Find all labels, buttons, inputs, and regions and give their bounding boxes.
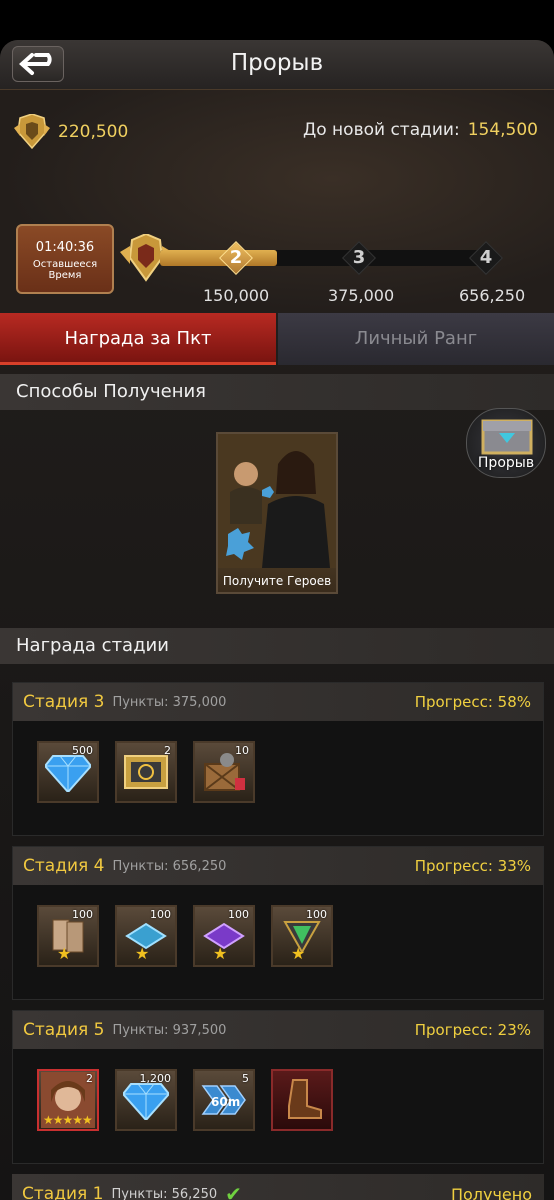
- reward-items: 2 ★★★★★ 1,200 5 60m: [13, 1049, 543, 1151]
- stage-points: Пункты: 56,250: [111, 1186, 218, 1200]
- page-title: Прорыв: [230, 50, 324, 76]
- breakthrough-chest[interactable]: Прорыв: [466, 408, 546, 478]
- boot-icon: [288, 1079, 322, 1119]
- stage-card-4: Стадия 4 Пункты: 656,250 Прогресс: 33% 1…: [12, 846, 544, 1000]
- stage-name: Стадия 4: [23, 856, 105, 876]
- next-stage-label: До новой стадии:: [302, 120, 460, 140]
- stage-node-3: 3: [342, 241, 376, 275]
- reward-item-diamond[interactable]: 500: [37, 741, 99, 803]
- reward-item-chip-blue[interactable]: 100 ★: [115, 905, 177, 967]
- supply-crate-icon: [204, 753, 245, 791]
- stars-icon: ★★★★★: [43, 1113, 93, 1127]
- current-points: 220,500: [58, 122, 129, 142]
- next-stage-info: До новой стадии: 154,500: [303, 120, 538, 140]
- stage-reward-heading: Награда стадии: [0, 628, 554, 664]
- tab-point-reward[interactable]: Награда за Пкт: [0, 313, 276, 365]
- reward-item-biohazard-crate[interactable]: 2: [115, 741, 177, 803]
- stage-card-1: Стадия 1 Пункты: 56,250 ✔ Получено: [12, 1174, 544, 1200]
- speedup-duration: 60m: [211, 1095, 241, 1109]
- reward-item-green-emblem[interactable]: 100 ★: [271, 905, 333, 967]
- stage-progress: Прогресс: 33%: [414, 857, 531, 875]
- stage-name: Стадия 5: [23, 1020, 105, 1040]
- next-stage-value: 154,500: [467, 120, 538, 140]
- stage-node-2: 2: [219, 241, 253, 275]
- reward-item-armor-plate[interactable]: 100 ★: [37, 905, 99, 967]
- timer-label: Оставшееся Время: [32, 259, 98, 281]
- stage-name: Стадия 3: [23, 692, 105, 712]
- header: Прорыв: [0, 40, 554, 90]
- timer-value: 01:40:36: [35, 240, 95, 255]
- reward-item-diamond[interactable]: 1,200: [115, 1069, 177, 1131]
- biohazard-crate-icon: [124, 755, 168, 789]
- reward-item-speedup[interactable]: 5 60m: [193, 1069, 255, 1131]
- star-icon: ★: [135, 944, 150, 963]
- stage-progress: Прогресс: 23%: [414, 1021, 531, 1039]
- stage-card-5: Стадия 5 Пункты: 937,500 Прогресс: 23% 2…: [12, 1010, 544, 1164]
- timer-box: 01:40:36 Оставшееся Время: [16, 224, 114, 294]
- reward-items: 100 ★ 100 ★ 100 ★ 100 ★: [13, 885, 543, 987]
- stage-points: Пункты: 937,500: [112, 1022, 227, 1038]
- diamond-icon: [45, 755, 91, 792]
- stage-card-3: Стадия 3 Пункты: 375,000 Прогресс: 58% 5…: [12, 682, 544, 836]
- stage-threshold-2: 150,000: [203, 286, 270, 305]
- screen: Прорыв 220,500 До новой стадии: 154,500 0…: [0, 40, 554, 1200]
- stage-name: Стадия 1: [22, 1184, 104, 1200]
- methods-heading: Способы Получения: [0, 374, 554, 410]
- stage-header: Стадия 3 Пункты: 375,000 Прогресс: 58%: [13, 683, 543, 721]
- star-icon: ★: [291, 944, 306, 963]
- reward-item-hero-fragment[interactable]: 2 ★★★★★: [37, 1069, 99, 1131]
- stage-progress-track: [160, 250, 495, 266]
- chest-label: Прорыв: [477, 455, 535, 471]
- check-icon: ✔: [225, 1182, 242, 1200]
- reward-item-chip-purple[interactable]: 100 ★: [193, 905, 255, 967]
- stage-threshold-3: 375,000: [328, 286, 395, 305]
- stage-header: Стадия 5 Пункты: 937,500 Прогресс: 23%: [13, 1011, 543, 1049]
- stage-points: Пункты: 656,250: [112, 858, 227, 874]
- stage-header: Стадия 4 Пункты: 656,250 Прогресс: 33%: [13, 847, 543, 885]
- reward-item-supply-crate[interactable]: 10: [193, 741, 255, 803]
- tab-personal-rank[interactable]: Личный Ранг: [278, 313, 554, 365]
- star-icon: ★: [57, 944, 72, 963]
- stage-threshold-4: 656,250: [459, 286, 526, 305]
- star-icon: ★: [213, 944, 228, 963]
- rank-badge-icon: [14, 114, 50, 150]
- stage-status: Получено: [450, 1184, 532, 1200]
- points-panel: 220,500 До новой стадии: 154,500 01:40:36…: [0, 90, 554, 312]
- diamond-icon: [123, 1083, 169, 1120]
- chest-icon: [481, 419, 533, 455]
- stage-node-4: 4: [469, 241, 503, 275]
- points-row: 220,500: [12, 114, 128, 150]
- heroes-portrait-icon: [218, 434, 336, 568]
- stage-points: Пункты: 375,000: [112, 694, 227, 710]
- reward-items: 500 2 10: [13, 721, 543, 823]
- get-heroes-card[interactable]: Получите Героев: [216, 432, 338, 594]
- reward-item-boot[interactable]: [271, 1069, 333, 1131]
- stage-progress: Прогресс: 58%: [414, 693, 531, 711]
- tab-bar: Награда за Пкт Личный Ранг: [0, 313, 554, 365]
- get-heroes-label: Получите Героев: [222, 574, 332, 588]
